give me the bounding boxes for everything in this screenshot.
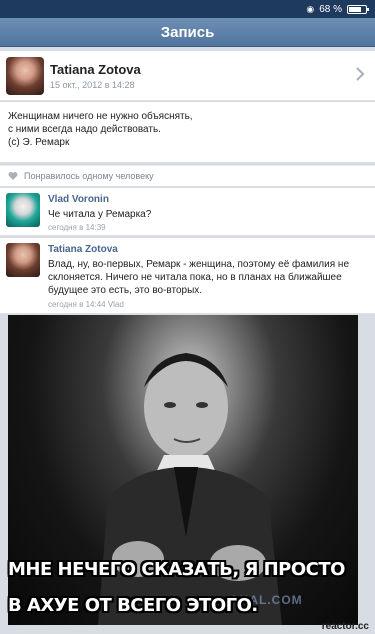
avatar[interactable] [6,56,44,95]
comment-item[interactable]: Vlad Voronin Че читала у Ремарка? сегодн… [0,188,375,236]
likes-label: Понравилось одному человеку [24,171,154,181]
heart-icon[interactable] [8,171,18,181]
author-name[interactable]: Tatiana Zotova [50,62,141,77]
comment-item[interactable]: Tatiana Zotova Влад, ну, во-первых, Рема… [0,238,375,314]
status-bar: ◉ 68 % [0,0,375,18]
lock-icon: ◉ [306,3,315,14]
comment-author[interactable]: Tatiana Zotova [48,244,118,255]
post-header[interactable]: Tatiana Zotova 15 окт., 2012 в 14:28 [0,51,375,101]
battery-percent: 68 % [319,3,342,15]
post-date: 15 окт., 2012 в 14:28 [50,79,135,90]
comment-text: Влад, ну, во-первых, Ремарк - женщина, п… [48,259,350,296]
chevron-right-icon[interactable] [355,66,365,82]
meme-caption-line2: В АХУЕ ОТ ВСЕГО ЭТОГО. [8,595,258,616]
post-text: Женщинам ничего не нужно объяснять, с ни… [0,102,375,162]
author-block: Tatiana Zotova 15 окт., 2012 в 14:28 [50,62,141,90]
likes-row[interactable]: Понравилось одному человеку [0,165,375,187]
avatar[interactable] [6,193,40,227]
comment-text: Че читала у Ремарка? [48,209,152,220]
page-title: Запись [160,23,215,41]
battery-icon [347,4,369,14]
comment-time: сегодня в 14:44 Vlad [48,300,124,309]
nav-bar: Запись [0,18,375,47]
site-label: reactor.cc [321,621,369,632]
comment-author[interactable]: Vlad Voronin [48,194,109,205]
avatar[interactable] [6,243,40,277]
post-view: Tatiana Zotova 15 окт., 2012 в 14:28 Жен… [0,47,375,634]
comment-time: сегодня в 14:39 [48,223,106,232]
meme-caption-line1: МНЕ НЕЧЕГО СКАЗАТЬ, Я ПРОСТО [8,559,345,580]
